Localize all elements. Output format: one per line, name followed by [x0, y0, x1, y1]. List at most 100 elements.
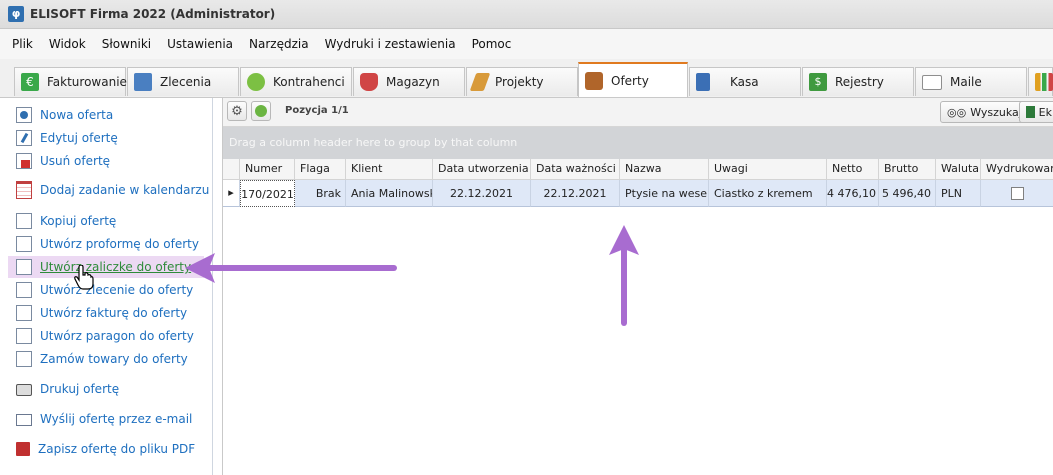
column-header-data-utworzenia[interactable]: Data utworzenia — [433, 159, 531, 180]
menu-slowniki[interactable]: Słowniki — [94, 37, 159, 51]
table-cell-data-utworzenia[interactable]: 22.12.2021 — [433, 180, 531, 207]
grid-toolbar: ⚙ Pozycja 1/1 ◎◎ Wyszukaj Ek — [223, 98, 1053, 127]
copy-icon — [16, 351, 32, 367]
module-tab-bar: € Fakturowanie Zlecenia Kontrahenci Maga… — [0, 59, 1053, 98]
action-edit-offer[interactable]: Edytuj ofertę — [8, 127, 204, 149]
tab-magazyn[interactable]: Magazyn — [353, 67, 465, 96]
column-header-brutto[interactable]: Brutto — [879, 159, 936, 180]
new-document-icon — [16, 107, 32, 123]
refresh-icon — [255, 105, 267, 117]
table-cell-netto[interactable]: 4 476,10 — [827, 180, 879, 207]
column-header-waluta[interactable]: Waluta — [936, 159, 981, 180]
export-button[interactable]: Ek — [1019, 101, 1053, 123]
column-header-data-waznosci[interactable]: Data ważności — [531, 159, 620, 180]
printed-checkbox[interactable] — [1010, 187, 1024, 200]
copy-icon — [16, 282, 32, 298]
table-cell-data-waznosci[interactable]: 22.12.2021 — [531, 180, 620, 207]
group-by-panel[interactable]: Drag a column header here to group by th… — [223, 127, 1053, 160]
edit-document-icon — [16, 130, 32, 146]
tab-kasa[interactable]: Kasa — [689, 67, 801, 96]
binoculars-icon: ◎◎ — [947, 105, 967, 119]
action-create-order[interactable]: Utwórz zlecenie do oferty — [8, 279, 204, 301]
table-cell-uwagi[interactable]: Ciastko z kremem — [709, 180, 827, 207]
group-by-hint: Drag a column header here to group by th… — [229, 136, 518, 149]
tab-zlecenia[interactable]: Zlecenia — [127, 67, 239, 96]
people-icon — [247, 73, 265, 91]
briefcase-icon — [585, 71, 603, 90]
tab-raporty[interactable] — [1028, 67, 1053, 96]
column-header-nazwa[interactable]: Nazwa — [620, 159, 709, 180]
excel-icon — [1026, 106, 1035, 118]
action-delete-offer[interactable]: Usuń ofertę — [8, 150, 204, 172]
bar-chart-icon — [1035, 73, 1053, 91]
table-cell-klient[interactable]: Ania Malinowska — [346, 180, 433, 207]
action-email-offer[interactable]: Wyślij ofertę przez e-mail — [8, 408, 204, 430]
search-button[interactable]: ◎◎ Wyszukaj — [940, 101, 1029, 123]
documents-icon — [134, 73, 152, 91]
column-header-uwagi[interactable]: Uwagi — [709, 159, 827, 180]
menu-ustawienia[interactable]: Ustawienia — [159, 37, 241, 51]
gear-icon: ⚙ — [231, 103, 243, 119]
refresh-button[interactable] — [251, 101, 271, 121]
tab-kontrahenci[interactable]: Kontrahenci — [240, 67, 352, 96]
bags-icon — [360, 73, 378, 91]
menu-plik[interactable]: Plik — [0, 37, 41, 51]
tab-fakturowanie[interactable]: € Fakturowanie — [14, 67, 127, 96]
table-cell-wydrukowana — [981, 180, 1053, 207]
table-cell-numer[interactable]: 170/2021 — [240, 180, 295, 207]
app-logo-icon: φ — [8, 6, 24, 22]
cash-register-icon — [696, 73, 710, 91]
copy-icon — [16, 328, 32, 344]
menu-wydruki[interactable]: Wydruki i zestawienia — [317, 37, 464, 51]
arrowhead-left-icon — [185, 253, 215, 283]
envelope-icon — [922, 74, 942, 90]
dollar-book-icon: $ — [809, 73, 827, 91]
row-indicator-header — [223, 159, 240, 180]
calendar-icon — [16, 181, 32, 199]
offers-panel: ⚙ Pozycja 1/1 ◎◎ Wyszukaj Ek Drag a colu… — [222, 98, 1053, 475]
copy-icon — [16, 305, 32, 321]
tab-projekty[interactable]: Projekty — [466, 67, 578, 96]
table-cell-brutto[interactable]: 5 496,40 — [879, 180, 936, 207]
action-copy-offer[interactable]: Kopiuj ofertę — [8, 210, 204, 232]
ruler-pencil-icon — [469, 73, 491, 91]
pdf-icon — [16, 442, 30, 456]
table-cell-nazwa[interactable]: Ptysie na wesele — [620, 180, 709, 207]
arrowhead-up-icon — [609, 225, 639, 255]
column-header-netto[interactable]: Netto — [827, 159, 879, 180]
action-create-advance[interactable]: Utwórz zaliczke do oferty — [8, 256, 204, 278]
table-cell-flaga[interactable]: Brak — [295, 180, 346, 207]
table-cell-waluta[interactable]: PLN — [936, 180, 981, 207]
menu-pomoc[interactable]: Pomoc — [464, 37, 520, 51]
currency-euro-icon: € — [21, 73, 39, 91]
tab-rejestry[interactable]: $ Rejestry — [802, 67, 914, 96]
action-order-goods[interactable]: Zamów towary do oferty — [8, 348, 204, 370]
delete-document-icon — [16, 153, 32, 169]
copy-icon — [16, 236, 32, 252]
tab-maile[interactable]: Maile — [915, 67, 1027, 96]
printer-icon — [16, 384, 32, 396]
action-create-receipt[interactable]: Utwórz paragon do oferty — [8, 325, 204, 347]
window-title: ELISOFT Firma 2022 (Administrator) — [30, 7, 276, 21]
action-add-calendar-task[interactable]: Dodaj zadanie w kalendarzu — [8, 179, 209, 201]
email-icon — [16, 414, 32, 426]
position-indicator: Pozycja 1/1 — [285, 105, 349, 116]
column-header-flaga[interactable]: Flaga — [295, 159, 346, 180]
menu-narzedzia[interactable]: Narzędzia — [241, 37, 317, 51]
menu-widok[interactable]: Widok — [41, 37, 94, 51]
title-bar: φ ELISOFT Firma 2022 (Administrator) — [0, 0, 1053, 29]
action-create-proforma[interactable]: Utwórz proformę do oferty — [8, 233, 204, 255]
copy-icon — [16, 259, 32, 275]
column-header-klient[interactable]: Klient — [346, 159, 433, 180]
column-header-numer[interactable]: Numer — [240, 159, 295, 180]
hand-cursor-icon — [74, 265, 94, 290]
action-print-offer[interactable]: Drukuj ofertę — [8, 378, 204, 400]
tab-oferty[interactable]: Oferty — [578, 62, 688, 97]
actions-sidebar: Nowa oferta Edytuj ofertę Usuń ofertę Do… — [0, 98, 213, 475]
settings-button[interactable]: ⚙ — [227, 101, 247, 121]
action-save-pdf[interactable]: Zapisz ofertę do pliku PDF — [8, 438, 204, 460]
action-new-offer[interactable]: Nowa oferta — [8, 104, 204, 126]
column-header-wydrukowana[interactable]: Wydrukowana — [981, 159, 1053, 180]
action-create-invoice[interactable]: Utwórz fakturę do oferty — [8, 302, 204, 324]
copy-icon — [16, 213, 32, 229]
